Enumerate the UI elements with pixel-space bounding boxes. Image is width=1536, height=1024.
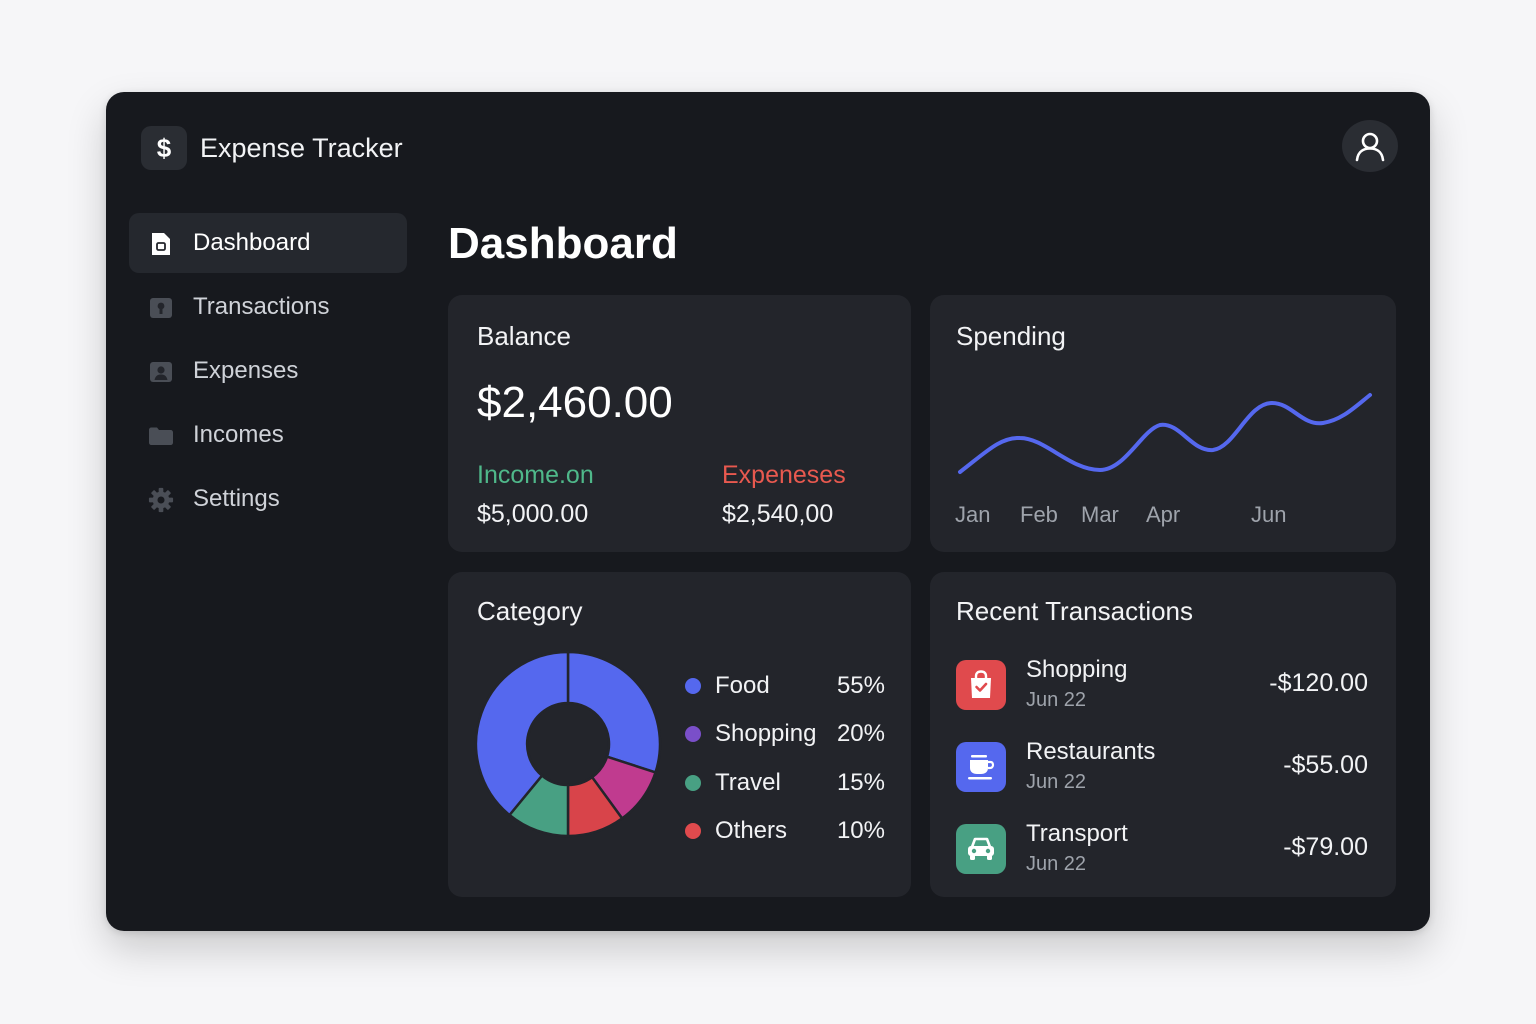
- transaction-amount: -$120.00: [1269, 669, 1368, 697]
- shopping-bag-icon: [956, 660, 1006, 710]
- month-label: Jan: [955, 502, 991, 527]
- sidebar-item-label: Transactions: [193, 293, 330, 320]
- transaction-date: Jun 22: [1026, 689, 1087, 711]
- transaction-date: Jun 22: [1026, 853, 1087, 875]
- transaction-amount: -$79.00: [1283, 833, 1368, 861]
- sidebar-item-label: Expenses: [193, 357, 299, 384]
- legend-label: Others: [715, 817, 788, 844]
- logo-symbol: $: [156, 132, 172, 163]
- app-title: Expense Tracker: [200, 133, 403, 163]
- transaction-name: Restaurants: [1026, 738, 1156, 765]
- month-label: Apr: [1146, 502, 1181, 527]
- sidebar-item-label: Settings: [193, 485, 280, 512]
- page-title: Dashboard: [448, 219, 678, 268]
- transaction-row[interactable]: Shopping Jun 22 -$120.00: [956, 656, 1370, 716]
- sidebar-item-label: Incomes: [193, 421, 284, 448]
- legend-dot: [685, 775, 701, 791]
- legend-label: Food: [715, 672, 770, 699]
- app-window: $ Expense Tracker Dashboard Transactions…: [106, 92, 1430, 931]
- balance-title: Balance: [477, 321, 571, 351]
- spending-line-chart: [958, 393, 1372, 474]
- transaction-row[interactable]: Transport Jun 22 -$79.00: [956, 820, 1370, 880]
- transaction-name: Transport: [1026, 820, 1128, 847]
- income-value: $5,000.00: [477, 500, 589, 528]
- sidebar-item-expenses[interactable]: Expenses: [129, 341, 407, 401]
- legend-item-food: Food 55%: [685, 671, 885, 701]
- legend-item-shopping: Shopping 20%: [685, 719, 885, 749]
- car-icon: [956, 824, 1006, 874]
- sidebar: Dashboard Transactions Expenses Incomes …: [129, 213, 407, 533]
- user-icon[interactable]: [1342, 120, 1398, 172]
- legend-dot: [685, 726, 701, 742]
- transactions-icon: [148, 295, 174, 321]
- category-title: Category: [477, 596, 583, 626]
- sidebar-item-transactions[interactable]: Transactions: [129, 277, 407, 337]
- gear-icon: [148, 487, 174, 513]
- transaction-date: Jun 22: [1026, 771, 1087, 793]
- transaction-amount: -$55.00: [1283, 751, 1368, 779]
- expenses-icon: [148, 359, 174, 385]
- balance-amount: $2,460.00: [477, 378, 673, 427]
- legend-percent: 15%: [836, 769, 885, 796]
- legend-item-others: Others 10%: [685, 816, 885, 846]
- sidebar-item-settings[interactable]: Settings: [129, 469, 407, 529]
- legend-label: Shopping: [715, 720, 817, 747]
- folder-icon: [148, 423, 174, 449]
- dashboard-icon: [148, 231, 174, 257]
- month-label: Feb: [1020, 502, 1058, 527]
- transaction-row[interactable]: Restaurants Jun 22 -$55.00: [956, 738, 1370, 798]
- month-label: Mar: [1081, 502, 1119, 527]
- coffee-cup-icon: [956, 742, 1006, 792]
- legend-item-travel: Travel 15%: [685, 768, 885, 798]
- spending-card: Spending Jan Feb Mar Apr Jun: [930, 295, 1396, 552]
- income-label: Income.on: [477, 461, 594, 489]
- legend-percent: 20%: [836, 720, 885, 747]
- sidebar-item-dashboard[interactable]: Dashboard: [129, 213, 407, 273]
- category-donut-chart: [474, 650, 662, 838]
- recent-transactions-title: Recent Transactions: [956, 596, 1194, 626]
- donut-segment-food: [566, 650, 662, 774]
- sidebar-item-incomes[interactable]: Incomes: [129, 405, 407, 465]
- expenses-label: Expeneses: [722, 461, 846, 489]
- expenses-value: $2,540,00: [722, 500, 834, 528]
- sidebar-item-label: Dashboard: [193, 229, 311, 256]
- month-label: Jun: [1251, 502, 1287, 527]
- recent-transactions-card: Recent Transactions Shopping Jun 22 -$12…: [930, 572, 1396, 897]
- legend-percent: 10%: [836, 817, 885, 844]
- balance-card: Balance $2,460.00 Income.on $5,000.00 Ex…: [448, 295, 911, 552]
- legend-dot: [685, 678, 701, 694]
- category-card: Category Food 55% Shopping 20% Travel 15…: [448, 572, 911, 897]
- spending-series-line: [958, 393, 1372, 474]
- transaction-name: Shopping: [1026, 656, 1128, 683]
- legend-dot: [685, 823, 701, 839]
- legend-label: Travel: [715, 769, 781, 796]
- dollar-icon: $: [141, 126, 187, 170]
- legend-percent: 55%: [836, 672, 885, 699]
